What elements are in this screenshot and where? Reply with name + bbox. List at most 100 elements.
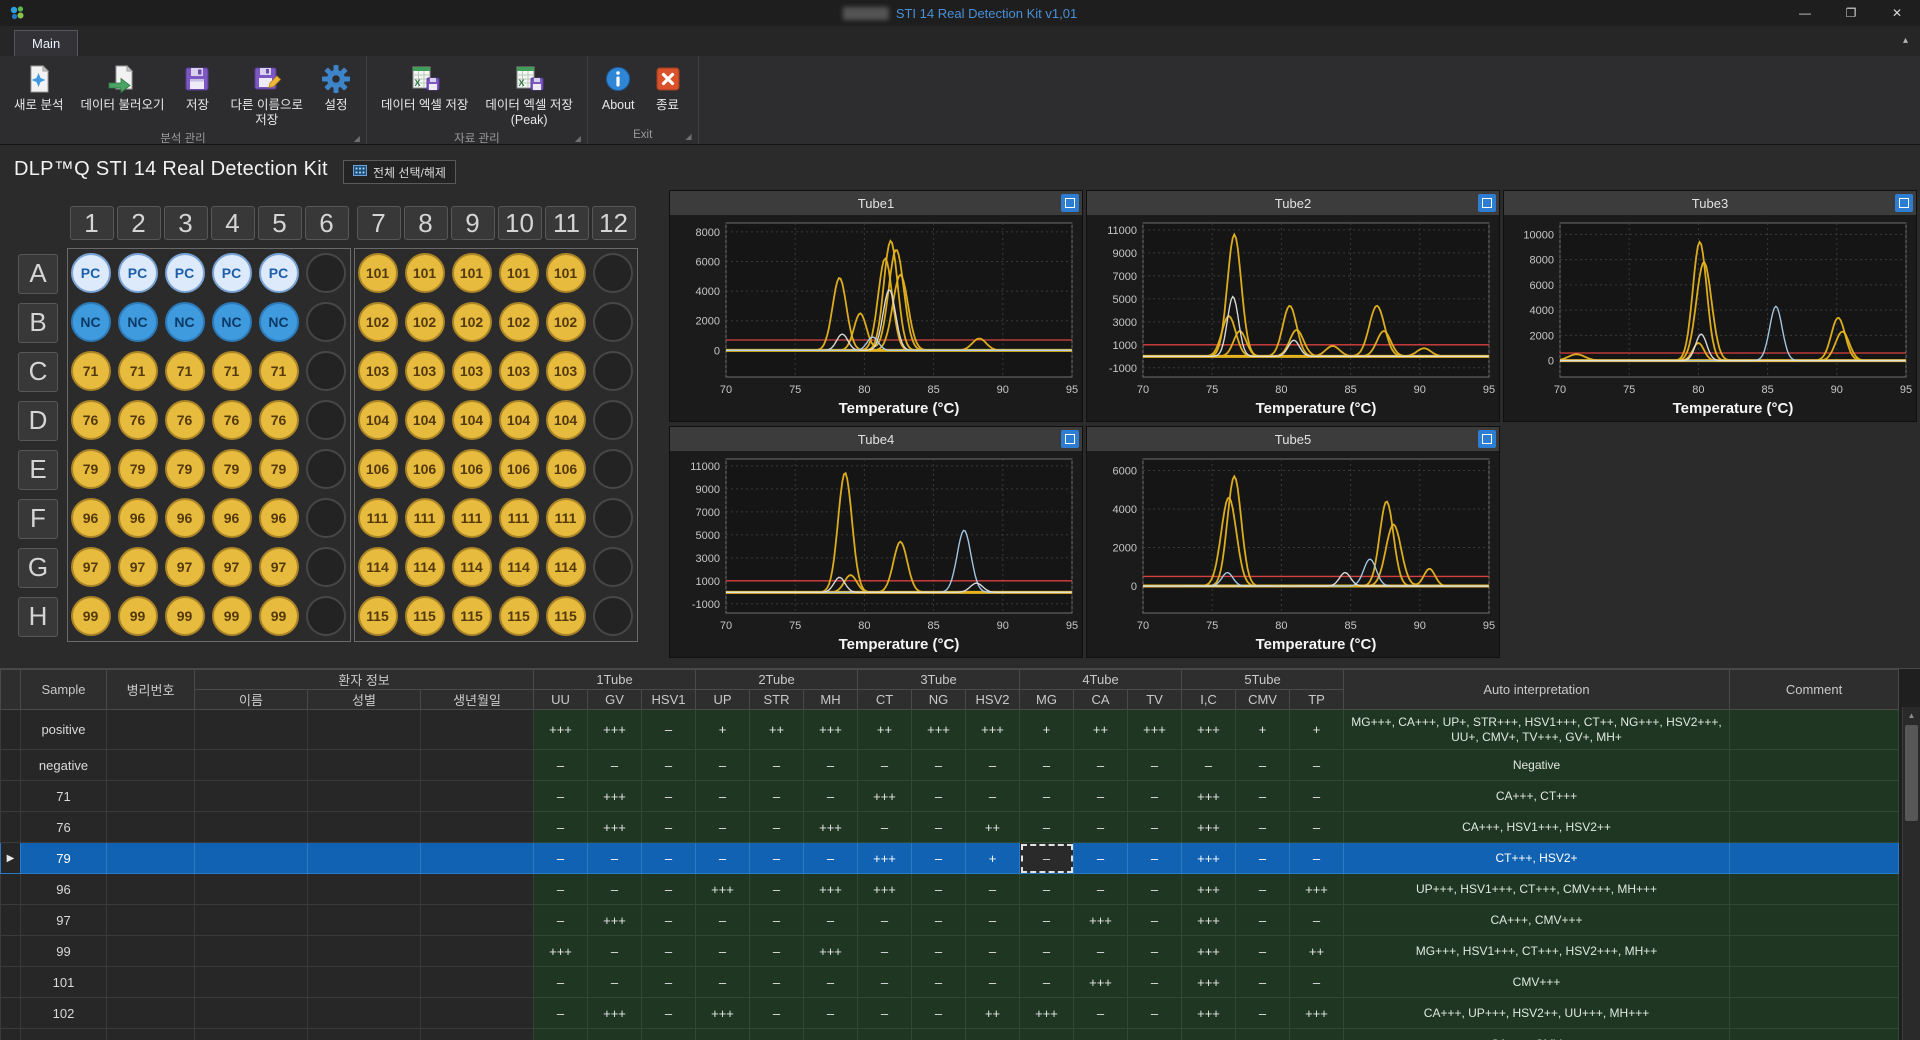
sample-cell[interactable]: 76 (20, 811, 107, 843)
result-cell-hsv1[interactable]: – (641, 842, 697, 874)
result-cell-ca[interactable]: – (1073, 749, 1129, 781)
well-B3[interactable]: NC (164, 301, 205, 342)
well-H9[interactable]: 115 (451, 595, 492, 636)
result-cell-ng[interactable]: – (911, 935, 967, 967)
well-E2[interactable]: 79 (117, 448, 158, 489)
well-F6[interactable] (305, 497, 346, 538)
well-G2[interactable]: 97 (117, 546, 158, 587)
result-cell-up[interactable]: – (695, 749, 751, 781)
ribbon-button-exit[interactable]: 종료 (644, 59, 692, 115)
result-cell-mh[interactable]: – (803, 842, 859, 874)
well-B5[interactable]: NC (258, 301, 299, 342)
result-cell-hsv2[interactable]: – (965, 904, 1021, 936)
auto-interpretation-cell[interactable]: CA+++, UP+++, HSV2++, UU+++, MH+++ (1343, 997, 1731, 1029)
sample-cell[interactable]: positive (20, 709, 107, 750)
result-cell-ct[interactable]: – (857, 997, 913, 1029)
well-G7[interactable]: 114 (357, 546, 398, 587)
sample-cell[interactable]: 99 (20, 935, 107, 967)
result-cell-up[interactable]: +++ (695, 873, 751, 905)
name-cell[interactable] (194, 904, 308, 936)
well-G11[interactable]: 114 (545, 546, 586, 587)
well-B11[interactable]: 102 (545, 301, 586, 342)
result-cell-cmv[interactable]: – (1235, 842, 1291, 874)
result-cell-ca[interactable]: – (1073, 935, 1129, 967)
well-H10[interactable]: 115 (498, 595, 539, 636)
sample-cell[interactable]: 102 (20, 997, 107, 1029)
result-cell-up[interactable]: – (695, 842, 751, 874)
well-D2[interactable]: 76 (117, 399, 158, 440)
ribbon-button-new-analysis[interactable]: 새로 분석 (6, 59, 71, 115)
result-cell-up[interactable]: – (695, 1028, 751, 1040)
result-cell-i-c[interactable]: +++ (1181, 709, 1237, 750)
result-cell-mg[interactable]: +++ (1019, 997, 1075, 1029)
ribbon-button-about[interactable]: About (594, 59, 643, 115)
comment-cell[interactable] (1729, 780, 1900, 812)
result-cell-i-c[interactable]: +++ (1181, 780, 1237, 812)
well-H8[interactable]: 115 (404, 595, 445, 636)
well-A11[interactable]: 101 (545, 252, 586, 293)
result-cell-cmv[interactable]: – (1235, 997, 1291, 1029)
result-cell-ca[interactable]: – (1073, 780, 1129, 812)
auto-interpretation-cell[interactable]: MG+++, CA+++, UP+, STR+++, HSV1+++, CT++… (1343, 709, 1731, 750)
well-E6[interactable] (305, 448, 346, 489)
plate-column-header-1[interactable]: 1 (69, 206, 114, 240)
name-cell[interactable] (194, 873, 308, 905)
comment-cell[interactable] (1729, 873, 1900, 905)
name-cell[interactable] (194, 842, 308, 874)
gender-cell[interactable] (307, 904, 421, 936)
result-cell-mh[interactable]: – (803, 1028, 859, 1040)
plate-row-header-B[interactable]: B (18, 302, 58, 343)
result-cell-hsv1[interactable]: – (641, 811, 697, 843)
result-cell-tp[interactable]: – (1289, 1028, 1345, 1040)
result-cell-uu[interactable]: – (533, 873, 589, 905)
well-E3[interactable]: 79 (164, 448, 205, 489)
result-cell-hsv1[interactable]: – (641, 1028, 697, 1040)
well-E12[interactable] (592, 448, 633, 489)
comment-cell[interactable] (1729, 709, 1900, 750)
result-cell-mg[interactable]: – (1019, 749, 1075, 781)
plate-column-header-6[interactable]: 6 (304, 206, 349, 240)
well-G3[interactable]: 97 (164, 546, 205, 587)
ribbon-button-excel-save-peak[interactable]: X 데이터 엑셀 저장 (Peak) (477, 59, 580, 130)
well-F12[interactable] (592, 497, 633, 538)
close-button[interactable]: ✕ (1874, 0, 1920, 26)
result-cell-mg[interactable]: – (1019, 966, 1075, 998)
result-cell-tv[interactable]: – (1127, 1028, 1183, 1040)
name-cell[interactable] (194, 811, 308, 843)
result-cell-ng[interactable]: – (911, 749, 967, 781)
well-G12[interactable] (592, 546, 633, 587)
result-cell-mg[interactable]: – (1019, 873, 1075, 905)
table-row-99[interactable]: 99 +++ – – – – +++ – – – – – – +++ – ++ MG+++, HSV1+++, … (0, 935, 1900, 967)
result-cell-uu[interactable]: – (533, 1028, 589, 1040)
result-cell-i-c[interactable]: +++ (1181, 811, 1237, 843)
well-G4[interactable]: 97 (211, 546, 252, 587)
pathology-cell[interactable] (106, 935, 195, 967)
name-cell[interactable] (194, 935, 308, 967)
well-C5[interactable]: 71 (258, 350, 299, 391)
result-cell-gv[interactable]: +++ (587, 1028, 643, 1040)
well-E9[interactable]: 106 (451, 448, 492, 489)
sample-cell[interactable]: 79 (20, 842, 107, 874)
auto-interpretation-cell[interactable]: CT+++, HSV2+ (1343, 842, 1731, 874)
well-E7[interactable]: 106 (357, 448, 398, 489)
result-cell-ct[interactable]: – (857, 935, 913, 967)
auto-interpretation-cell[interactable]: CMV+++ (1343, 966, 1731, 998)
result-cell-ng[interactable]: – (911, 842, 967, 874)
well-H7[interactable]: 115 (357, 595, 398, 636)
well-D8[interactable]: 104 (404, 399, 445, 440)
result-cell-tp[interactable]: +++ (1289, 997, 1345, 1029)
result-cell-mh[interactable]: – (803, 749, 859, 781)
result-cell-uu[interactable]: – (533, 780, 589, 812)
gender-cell[interactable] (307, 997, 421, 1029)
ribbon-button-save-as[interactable]: 다른 이름으로 저장 (222, 59, 310, 130)
gender-cell[interactable] (307, 709, 421, 750)
ribbon-button-settings[interactable]: 설정 (312, 59, 360, 115)
result-cell-hsv2[interactable]: – (965, 935, 1021, 967)
well-D11[interactable]: 104 (545, 399, 586, 440)
scroll-up-icon[interactable]: ▲ (1903, 707, 1920, 723)
chart-expand-icon[interactable] (1061, 194, 1079, 212)
well-B7[interactable]: 102 (357, 301, 398, 342)
result-cell-hsv1[interactable]: – (641, 873, 697, 905)
result-cell-hsv2[interactable]: – (965, 749, 1021, 781)
table-row-102[interactable]: 102– +++ – +++ – – – – ++ +++ – – +++ – +++ CA+++, UP++… (0, 997, 1900, 1029)
